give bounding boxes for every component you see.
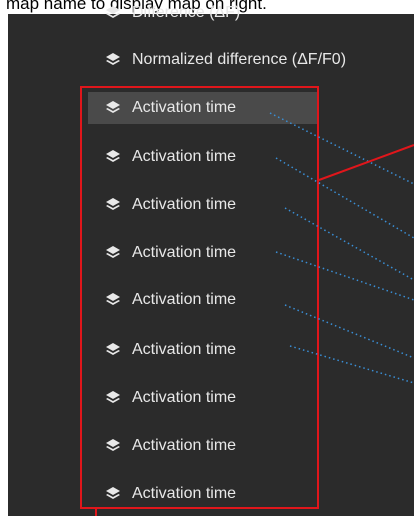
dotted-connector [269,112,414,185]
dotted-connector [289,345,414,384]
dotted-connector [284,207,414,281]
red-connector [318,144,414,181]
annotation-lines [95,112,414,516]
dotted-connector [275,251,414,301]
